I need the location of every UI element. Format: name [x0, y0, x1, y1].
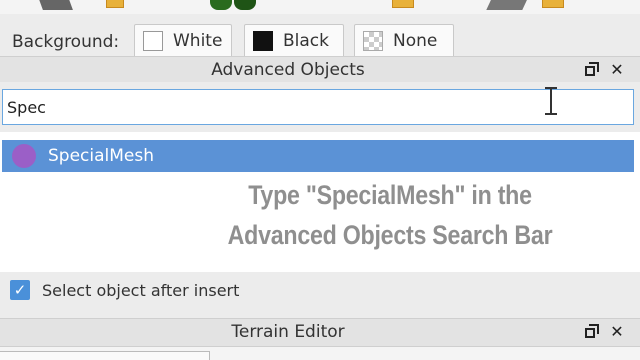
terrain-editor-header: Terrain Editor ✕ [0, 318, 640, 346]
result-label: SpecialMesh [48, 146, 155, 166]
background-black-button[interactable]: Black [244, 24, 344, 58]
undock-icon[interactable] [582, 323, 600, 341]
instruction-caption-line-1: Type "SpecialMesh" in the [248, 180, 532, 210]
background-white-button[interactable]: White [134, 24, 232, 58]
white-swatch-icon [143, 31, 163, 51]
undock-icon[interactable] [582, 61, 600, 79]
background-none-label: None [393, 31, 438, 51]
terrain-editor-tab[interactable] [0, 351, 210, 360]
model-thumbnail[interactable] [486, 0, 580, 10]
model-thumbnail[interactable] [210, 0, 260, 10]
black-swatch-icon [253, 31, 273, 51]
terrain-editor-body [0, 346, 640, 360]
select-after-insert-label: Select object after insert [42, 280, 240, 300]
model-thumbnail[interactable] [37, 0, 124, 10]
select-after-insert-checkbox[interactable]: ✓ [10, 280, 30, 300]
panel-title: Advanced Objects [211, 60, 365, 80]
background-label: Background: [12, 32, 120, 52]
select-after-insert-row: ✓ Select object after insert [0, 272, 640, 308]
search-bar-area [0, 82, 640, 132]
background-selector-row: Background: White Black None [0, 14, 640, 58]
text-cursor-icon [545, 87, 557, 115]
advanced-objects-search-input[interactable] [2, 89, 634, 125]
instruction-caption-line-2: Advanced Objects Search Bar [227, 220, 553, 250]
close-icon[interactable]: ✕ [608, 323, 626, 341]
background-white-label: White [173, 31, 223, 51]
result-item-specialmesh[interactable]: SpecialMesh [2, 140, 634, 172]
background-black-label: Black [283, 31, 329, 51]
model-thumbnail[interactable] [392, 0, 422, 10]
background-none-button[interactable]: None [354, 24, 454, 58]
special-mesh-icon [12, 144, 36, 168]
model-thumbnail-strip [0, 0, 640, 14]
checker-swatch-icon [363, 31, 383, 51]
advanced-objects-header: Advanced Objects ✕ [0, 56, 640, 82]
close-icon[interactable]: ✕ [608, 61, 626, 79]
panel-title: Terrain Editor [231, 322, 345, 342]
